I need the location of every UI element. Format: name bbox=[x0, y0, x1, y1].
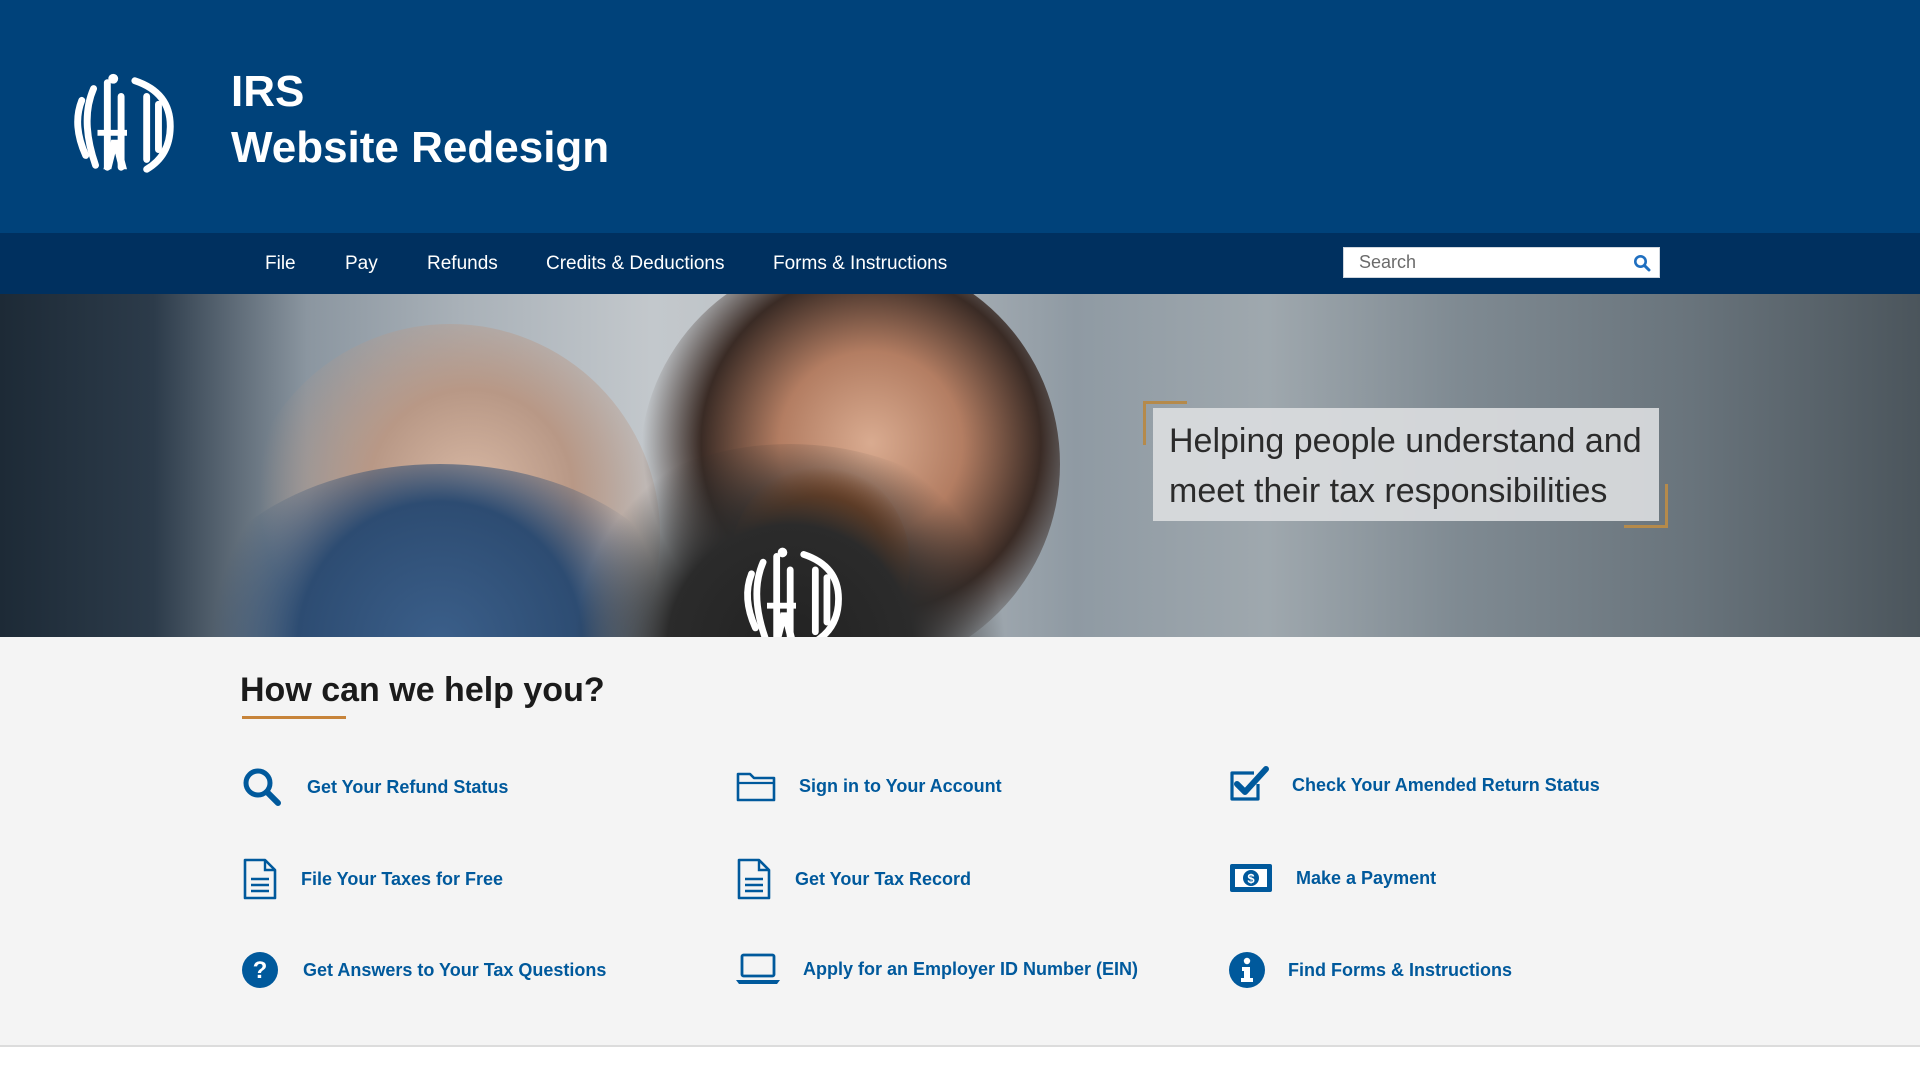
svg-text:$: $ bbox=[1247, 871, 1255, 886]
nav-item-forms-instructions[interactable]: Forms & Instructions bbox=[773, 233, 947, 294]
link-label: File Your Taxes for Free bbox=[301, 868, 504, 889]
link-make-payment[interactable]: $ Make a Payment bbox=[1228, 862, 1436, 894]
quote-bracket-bottom-right bbox=[1624, 484, 1668, 528]
laptop-icon bbox=[736, 953, 780, 984]
nav-item-refunds[interactable]: Refunds bbox=[427, 233, 498, 294]
nav-item-pay[interactable]: Pay bbox=[345, 233, 378, 294]
document-icon bbox=[737, 858, 771, 900]
title-underline bbox=[242, 716, 346, 719]
nav-item-credits-deductions[interactable]: Credits & Deductions bbox=[546, 233, 724, 294]
hero-tagline: Helping people understand and meet their… bbox=[1153, 408, 1659, 521]
link-check-amended-return[interactable]: Check Your Amended Return Status bbox=[1228, 766, 1600, 804]
site-title-line1: IRS bbox=[231, 67, 305, 116]
link-label: Sign in to Your Account bbox=[799, 775, 1002, 796]
link-sign-in-account[interactable]: Sign in to Your Account bbox=[735, 768, 1002, 804]
help-section-title: How can we help you? bbox=[240, 671, 605, 709]
svg-text:?: ? bbox=[253, 957, 268, 984]
link-label: Make a Payment bbox=[1296, 867, 1437, 888]
link-get-tax-record[interactable]: Get Your Tax Record bbox=[735, 858, 971, 900]
irs-eagle-watermark-icon bbox=[744, 547, 842, 637]
help-section: How can we help you? Get Your Refund Sta… bbox=[0, 637, 1920, 1047]
site-title-line2: Website Redesign bbox=[231, 123, 610, 172]
hero-banner: Helping people understand and meet their… bbox=[0, 294, 1920, 637]
folder-icon bbox=[736, 772, 776, 802]
hero-tagline-line1: Helping people understand and bbox=[1169, 422, 1642, 460]
document-icon bbox=[243, 858, 277, 900]
magnifier-icon bbox=[243, 768, 281, 806]
link-label: Find Forms & Instructions bbox=[1288, 959, 1513, 980]
dollar-bill-icon: $ bbox=[1230, 864, 1272, 892]
search-input[interactable] bbox=[1344, 248, 1626, 277]
link-label: Check Your Amended Return Status bbox=[1292, 774, 1600, 795]
link-file-taxes-free[interactable]: File Your Taxes for Free bbox=[241, 858, 503, 900]
info-circle-icon bbox=[1229, 952, 1265, 988]
link-tax-questions[interactable]: ? Get Answers to Your Tax Questions bbox=[241, 951, 606, 989]
site-header: IRS Website Redesign bbox=[0, 0, 1920, 233]
search-icon[interactable] bbox=[1633, 254, 1651, 272]
link-label: Get Answers to Your Tax Questions bbox=[303, 959, 607, 980]
link-label: Apply for an Employer ID Number (EIN) bbox=[803, 958, 1139, 979]
link-find-forms[interactable]: Find Forms & Instructions bbox=[1228, 951, 1512, 989]
search-box bbox=[1343, 247, 1660, 278]
nav-item-file[interactable]: File bbox=[265, 233, 296, 294]
site-title[interactable]: IRS Website Redesign bbox=[231, 64, 609, 176]
link-label: Get Your Refund Status bbox=[307, 776, 509, 797]
checkbox-check-icon bbox=[1230, 766, 1269, 801]
link-label: Get Your Tax Record bbox=[795, 868, 972, 889]
link-apply-ein[interactable]: Apply for an Employer ID Number (EIN) bbox=[735, 952, 1138, 986]
question-circle-icon: ? bbox=[242, 952, 278, 988]
hero-tagline-line2: meet their tax responsibilities bbox=[1169, 472, 1608, 510]
irs-eagle-logo-icon[interactable] bbox=[68, 70, 186, 176]
link-get-refund-status[interactable]: Get Your Refund Status bbox=[241, 766, 508, 808]
